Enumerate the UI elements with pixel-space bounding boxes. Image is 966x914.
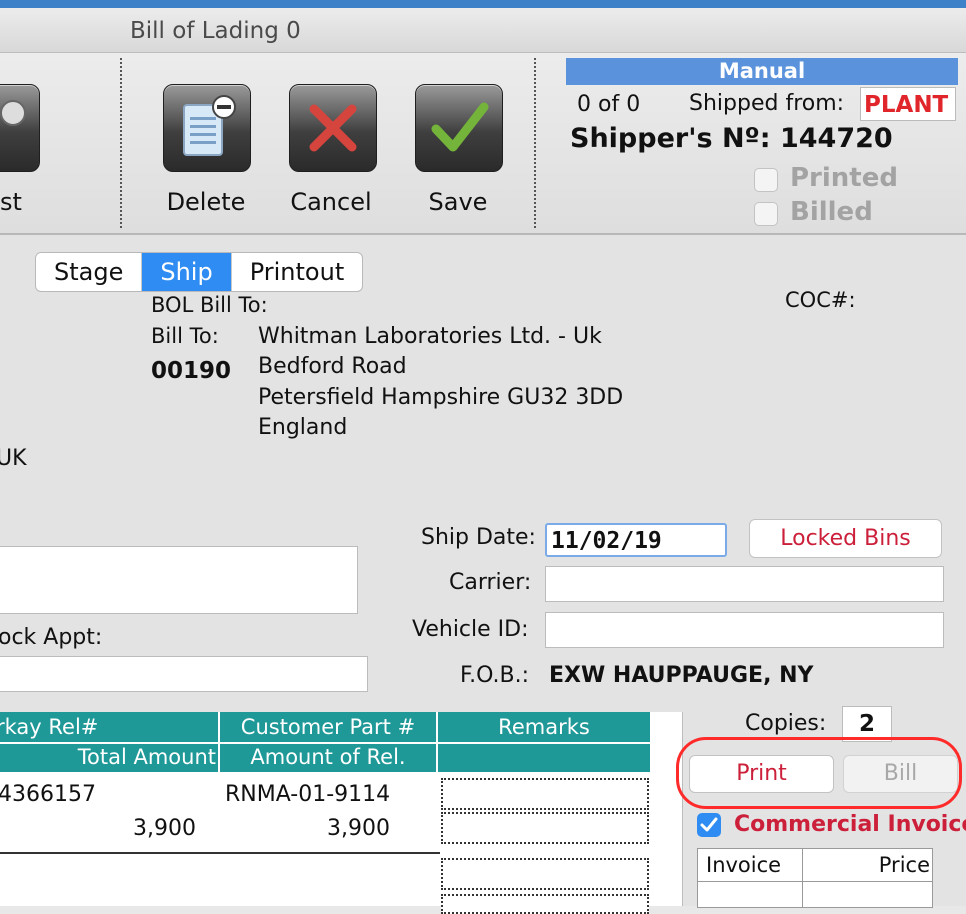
copies-value: 2 <box>858 711 875 737</box>
ship-date-field[interactable]: 11/02/19 <box>545 523 727 557</box>
invoice-col-divider <box>802 849 803 907</box>
tab-ship[interactable]: Ship <box>141 253 231 291</box>
release-grid: rkay Rel# Customer Part # Remarks Total … <box>0 712 683 914</box>
remarks-cell-4[interactable] <box>441 894 649 914</box>
window-title: Bill of Lading 0 <box>130 18 301 44</box>
fob-label: F.O.B.: <box>460 663 530 688</box>
delete-label: Delete <box>166 188 246 216</box>
cell-part[interactable]: RNMA-01-9114 <box>225 782 390 807</box>
delete-document-icon <box>183 95 236 156</box>
save-button[interactable] <box>415 84 503 172</box>
billed-label: Billed <box>790 197 873 227</box>
list-icon <box>0 100 26 126</box>
vehicle-id-label: Vehicle ID: <box>412 617 529 642</box>
shipped-from-field[interactable]: PLANT <box>860 87 956 121</box>
country-partial: UK <box>0 446 27 471</box>
delete-button[interactable] <box>163 84 251 172</box>
tab-stage[interactable]: Stage <box>36 253 141 291</box>
printed-checkbox[interactable] <box>754 168 778 192</box>
tab-bar: Stage Ship Printout <box>35 252 364 292</box>
mode-banner: Manual <box>566 58 958 85</box>
address-line-1: Whitman Laboratories Ltd. - Uk <box>258 324 602 349</box>
customer-code: 00190 <box>151 358 232 384</box>
col-rel[interactable]: rkay Rel# <box>0 712 220 742</box>
ship-date-label: Ship Date: <box>421 525 536 550</box>
dock-appt-field[interactable] <box>0 656 368 692</box>
toolbar-separator-right <box>534 58 536 228</box>
dock-appt-label: ock Appt: <box>0 625 103 650</box>
copies-label: Copies: <box>745 711 827 736</box>
col-total-amount[interactable]: Total Amount <box>0 742 220 772</box>
window-top-strip <box>0 0 966 8</box>
commercial-invoice-checkbox[interactable] <box>697 813 721 837</box>
ship-date-value: 11/02/19 <box>551 528 662 554</box>
record-position: 0 of 0 <box>577 92 641 117</box>
invoice-header-divider <box>698 881 932 882</box>
cell-rel[interactable]: 4366157 <box>0 782 96 807</box>
notes-field[interactable] <box>0 546 358 614</box>
address-line-3: Petersfield Hampshire GU32 3DD <box>258 385 624 410</box>
coc-label: COC#: <box>785 288 856 312</box>
grid-row-divider <box>0 852 440 854</box>
col-remarks[interactable]: Remarks <box>438 712 650 742</box>
save-label: Save <box>428 188 488 216</box>
commercial-invoice-label: Commercial Invoice <box>734 812 966 837</box>
shipped-from-label: Shipped from: <box>689 91 845 116</box>
cell-amount-rel[interactable]: 3,900 <box>220 816 390 841</box>
col-customer-part[interactable]: Customer Part # <box>220 712 438 742</box>
carrier-field[interactable] <box>545 566 944 602</box>
list-button[interactable] <box>0 84 40 172</box>
locked-bins-label: Locked Bins <box>780 526 911 551</box>
invoice-table: Invoice Price <box>697 848 933 908</box>
bill-to-label: Bill To: <box>151 324 219 348</box>
list-button-label: st <box>0 188 22 216</box>
shipper-number: Shipper's Nº: 144720 <box>570 123 893 154</box>
fob-value: EXW HAUPPAUGE, NY <box>549 663 814 688</box>
checkmark-icon <box>700 817 718 832</box>
address-line-2: Bedford Road <box>258 354 407 379</box>
close-icon <box>309 104 357 152</box>
price-col-header[interactable]: Price <box>879 853 930 877</box>
remarks-cell-1[interactable] <box>441 778 649 810</box>
locked-bins-button[interactable]: Locked Bins <box>749 519 942 558</box>
address-line-4: England <box>258 415 348 440</box>
printed-label: Printed <box>790 163 898 193</box>
cancel-label: Cancel <box>290 188 372 216</box>
highlight-annotation <box>676 737 962 809</box>
cell-total[interactable]: 3,900 <box>0 816 196 841</box>
cancel-button[interactable] <box>289 84 377 172</box>
carrier-label: Carrier: <box>449 570 532 595</box>
vehicle-id-field[interactable] <box>545 612 944 648</box>
remarks-cell-2[interactable] <box>441 812 649 844</box>
remarks-cell-3[interactable] <box>441 858 649 890</box>
toolbar-separator-left <box>120 58 122 228</box>
grid-header: rkay Rel# Customer Part # Remarks Total … <box>0 712 650 772</box>
col-amount-of-rel[interactable]: Amount of Rel. <box>220 742 438 772</box>
tab-printout[interactable]: Printout <box>230 253 363 291</box>
invoice-col-header[interactable]: Invoice <box>706 853 781 877</box>
billed-checkbox[interactable] <box>754 202 778 226</box>
checkmark-icon <box>431 102 489 152</box>
bol-bill-to-label: BOL Bill To: <box>151 293 268 317</box>
